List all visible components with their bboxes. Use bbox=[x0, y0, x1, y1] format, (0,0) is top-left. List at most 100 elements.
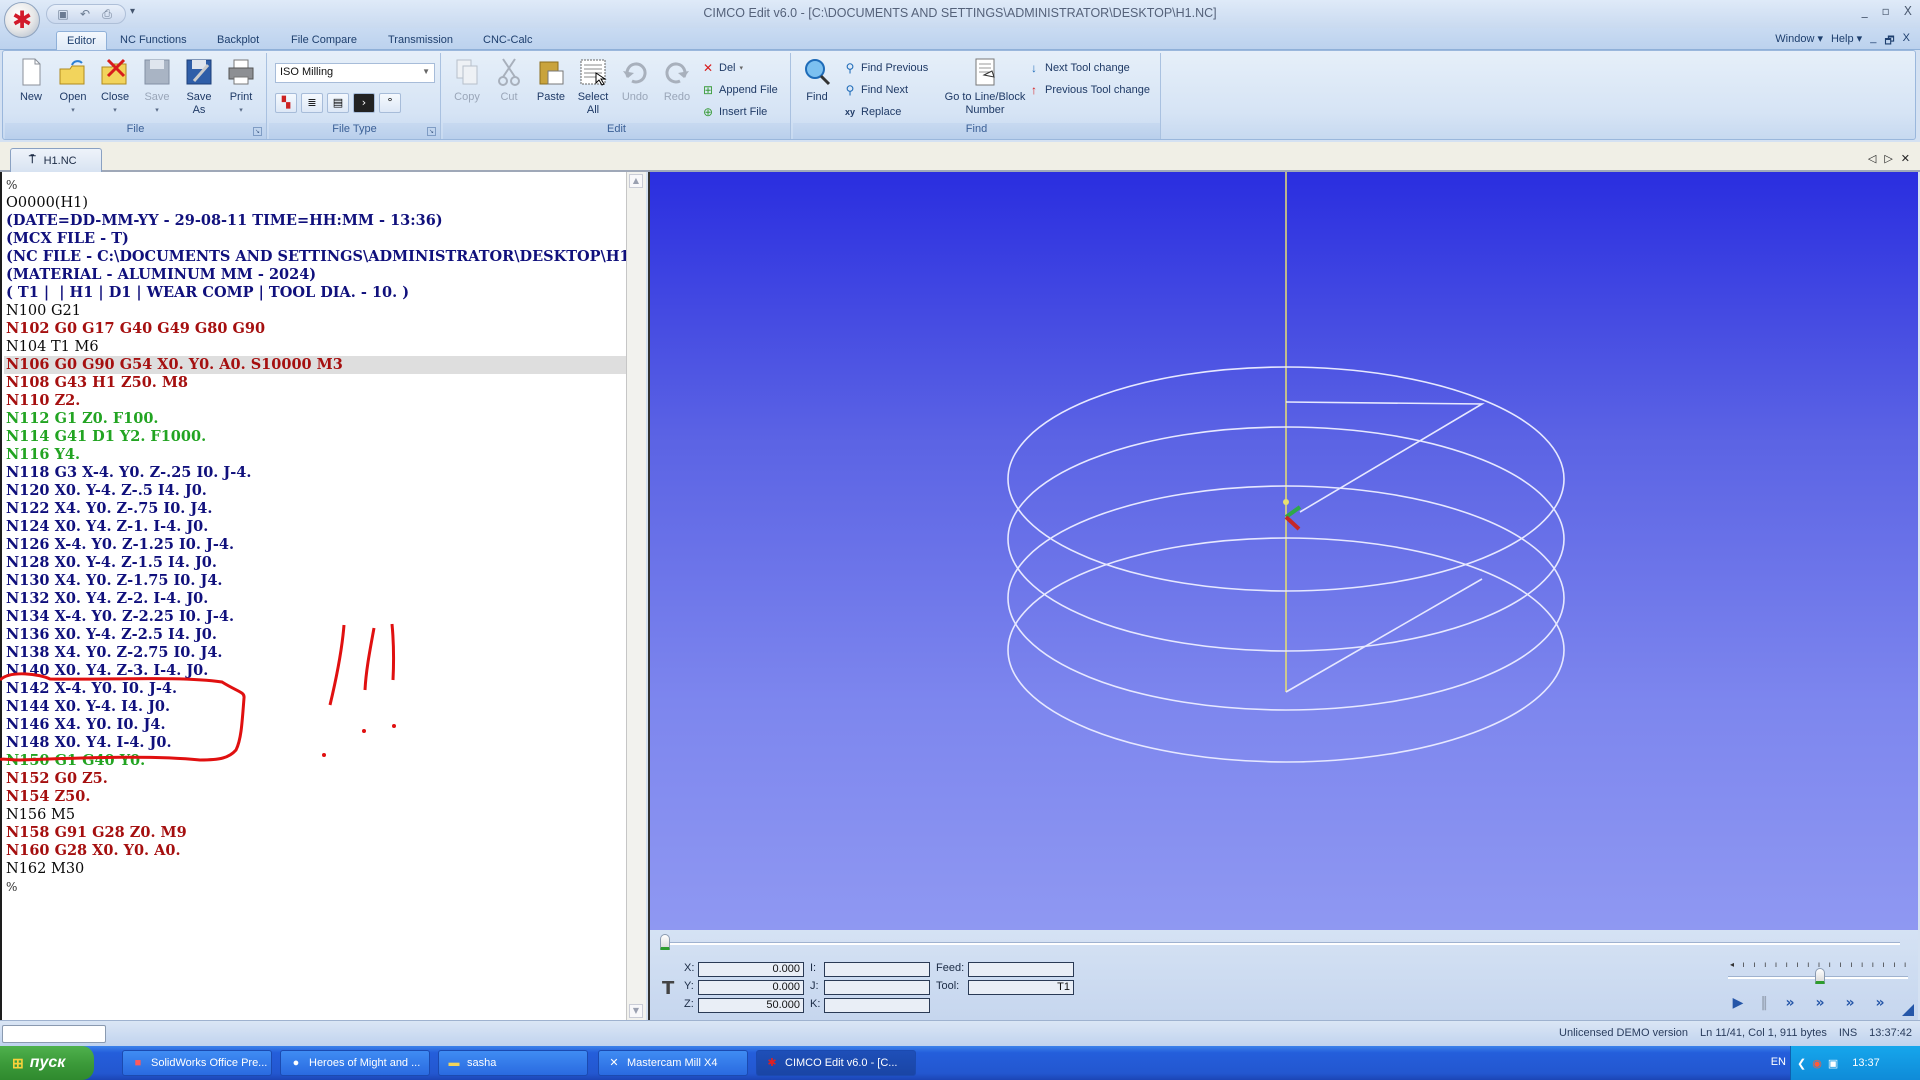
code-line[interactable]: N152 G0 Z5. bbox=[4, 770, 626, 788]
file-type-select[interactable]: ISO Milling ▼ bbox=[275, 63, 435, 83]
find-previous-button[interactable]: ⚲ Find Previous bbox=[843, 59, 929, 77]
code-line[interactable]: (DATE=DD-MM-YY - 29-08-11 TIME=HH:MM - 1… bbox=[4, 212, 626, 230]
code-line[interactable]: N104 T1 M6 bbox=[4, 338, 626, 356]
scroll-down-icon[interactable]: ▼ bbox=[629, 1004, 643, 1018]
code-line[interactable]: N118 G3 X-4. Y0. Z-.25 I0. J-4. bbox=[4, 464, 626, 482]
code-line[interactable]: N124 X0. Y4. Z-1. I-4. J0. bbox=[4, 518, 626, 536]
code-line[interactable]: N128 X0. Y-4. Z-1.5 I4. J0. bbox=[4, 554, 626, 572]
step-to-search-icon[interactable]: » bbox=[1810, 994, 1830, 1012]
replace-button[interactable]: xy Replace bbox=[843, 103, 901, 121]
code-line[interactable]: N110 Z2. bbox=[4, 392, 626, 410]
window-menu[interactable]: Window ▾ bbox=[1775, 32, 1823, 51]
delete-button[interactable]: ✕ Del ▾ bbox=[701, 59, 743, 77]
goto-line-button[interactable]: Go to Line/Block Number bbox=[933, 57, 1037, 117]
code-line[interactable]: (MCX FILE - T) bbox=[4, 230, 626, 248]
file-type-list-button[interactable]: ≣ bbox=[301, 93, 323, 113]
file-type-terminal-button[interactable]: › bbox=[353, 93, 375, 113]
code-line[interactable]: N150 G1 G40 Y0. bbox=[4, 752, 626, 770]
minimize-button[interactable]: _ bbox=[1862, 4, 1868, 18]
file-group-launcher[interactable]: ↘ bbox=[253, 127, 262, 136]
copy-button[interactable]: Copy bbox=[447, 57, 487, 104]
new-button[interactable]: New bbox=[11, 57, 51, 104]
code-line[interactable]: N106 G0 G90 G54 X0. Y0. A0. S10000 M3 bbox=[4, 356, 626, 374]
code-line[interactable]: ( T1 | | H1 | D1 | WEAR COMP | TOOL DIA.… bbox=[4, 284, 626, 302]
show-hidden-icons[interactable]: ❮ bbox=[1797, 1057, 1806, 1070]
code-line[interactable]: N100 G21 bbox=[4, 302, 626, 320]
backplot-3d-view[interactable] bbox=[648, 172, 1918, 930]
play-icon[interactable]: ▶ bbox=[1728, 994, 1748, 1012]
taskbar-item-folder[interactable]: ▬ sasha bbox=[438, 1050, 588, 1076]
code-line[interactable]: N136 X0. Y-4. Z-2.5 I4. J0. bbox=[4, 626, 626, 644]
find-button[interactable]: Find bbox=[797, 57, 837, 104]
undo-button[interactable]: Undo bbox=[615, 57, 655, 104]
code-line[interactable]: N146 X4. Y0. I0. J4. bbox=[4, 716, 626, 734]
editor-scrollbar[interactable]: ▲ ▼ bbox=[626, 172, 646, 1020]
code-line[interactable]: N162 M30 bbox=[4, 860, 626, 878]
code-line[interactable]: N130 X4. Y0. Z-1.75 I0. J4. bbox=[4, 572, 626, 590]
code-line[interactable]: N114 G41 D1 Y2. F1000. bbox=[4, 428, 626, 446]
open-button[interactable]: Open ▾ bbox=[53, 57, 93, 117]
select-all-button[interactable]: Select All bbox=[573, 57, 613, 117]
mdi-minimize-button[interactable]: _ bbox=[1870, 32, 1876, 51]
tab-transmission[interactable]: Transmission bbox=[378, 31, 463, 51]
step-to-tool-icon[interactable]: » bbox=[1870, 994, 1890, 1012]
cut-button[interactable]: Cut bbox=[489, 57, 529, 104]
status-input-field[interactable] bbox=[2, 1025, 106, 1043]
scroll-up-icon[interactable]: ▲ bbox=[629, 174, 643, 188]
taskbar-item-cimco[interactable]: ✱ CIMCO Edit v6.0 - [C... bbox=[756, 1050, 916, 1076]
playback-position-handle[interactable] bbox=[660, 934, 670, 950]
taskbar-item-heroes[interactable]: ● Heroes of Might and ... bbox=[280, 1050, 430, 1076]
code-line[interactable]: N116 Y4. bbox=[4, 446, 626, 464]
code-line[interactable]: O0000(H1) bbox=[4, 194, 626, 212]
print-button[interactable]: Print ▾ bbox=[221, 57, 261, 117]
scroll-tabs-left-icon[interactable]: ◁ bbox=[1868, 152, 1876, 165]
code-line[interactable]: N122 X4. Y0. Z-.75 I0. J4. bbox=[4, 500, 626, 518]
mdi-close-button[interactable]: X bbox=[1903, 32, 1910, 51]
previous-tool-change-button[interactable]: ↑ Previous Tool change bbox=[1027, 81, 1150, 99]
tab-cnc-calc[interactable]: CNC-Calc bbox=[473, 31, 543, 51]
start-button[interactable]: ⊞ пуск bbox=[0, 1046, 94, 1080]
code-line[interactable]: N108 G43 H1 Z50. M8 bbox=[4, 374, 626, 392]
code-line[interactable]: N126 X-4. Y0. Z-1.25 I0. J-4. bbox=[4, 536, 626, 554]
find-next-button[interactable]: ⚲ Find Next bbox=[843, 81, 908, 99]
pause-icon[interactable]: ‖ bbox=[1754, 994, 1774, 1012]
code-line[interactable]: % bbox=[4, 176, 626, 194]
code-line[interactable]: N138 X4. Y0. Z-2.75 I0. J4. bbox=[4, 644, 626, 662]
speed-slider-handle[interactable] bbox=[1815, 968, 1825, 984]
redo-button[interactable]: Redo bbox=[657, 57, 697, 104]
taskbar-item-mastercam[interactable]: ✕ Mastercam Mill X4 bbox=[598, 1050, 748, 1076]
code-line[interactable]: N154 Z50. bbox=[4, 788, 626, 806]
document-tab-h1[interactable]: ⍑ H1.NC bbox=[10, 148, 102, 172]
tab-editor[interactable]: Editor bbox=[56, 31, 107, 51]
file-type-launcher[interactable]: ↘ bbox=[427, 127, 436, 136]
file-type-colors-button[interactable]: ▚ bbox=[275, 93, 297, 113]
close-button[interactable]: X bbox=[1904, 4, 1912, 18]
language-indicator[interactable]: EN bbox=[1771, 1056, 1786, 1068]
tab-file-compare[interactable]: File Compare bbox=[281, 31, 367, 51]
resize-grip[interactable] bbox=[1902, 1004, 1914, 1016]
app-menu-button[interactable]: ✱ bbox=[4, 2, 40, 38]
maximize-button[interactable]: ▫ bbox=[1882, 4, 1890, 18]
code-line[interactable]: (MATERIAL - ALUMINUM MM - 2024) bbox=[4, 266, 626, 284]
step-to-z-icon[interactable]: » bbox=[1840, 994, 1860, 1012]
code-line[interactable]: N144 X0. Y-4. I4. J0. bbox=[4, 698, 626, 716]
close-file-button[interactable]: Close ▾ bbox=[95, 57, 135, 117]
code-line[interactable]: N120 X0. Y-4. Z-.5 I4. J0. bbox=[4, 482, 626, 500]
playback-timeline[interactable] bbox=[670, 942, 1900, 945]
taskbar-item-solidworks[interactable]: ■ SolidWorks Office Pre... bbox=[122, 1050, 272, 1076]
scroll-tabs-right-icon[interactable]: ▷ bbox=[1884, 152, 1892, 165]
code-editor[interactable]: % O0000(H1) (DATE=DD-MM-YY - 29-08-11 TIME… bbox=[0, 172, 626, 1020]
next-tool-change-button[interactable]: ↓ Next Tool change bbox=[1027, 59, 1130, 77]
insert-file-button[interactable]: ⊕ Insert File bbox=[701, 103, 767, 121]
code-line[interactable]: N132 X0. Y4. Z-2. I-4. J0. bbox=[4, 590, 626, 608]
file-type-search-button[interactable]: ° bbox=[379, 93, 401, 113]
code-line[interactable]: % bbox=[4, 878, 626, 896]
code-line[interactable]: N134 X-4. Y0. Z-2.25 I0. J-4. bbox=[4, 608, 626, 626]
code-line[interactable]: N142 X-4. Y0. I0. J-4. bbox=[4, 680, 626, 698]
antivirus-icon[interactable]: ◉ bbox=[1812, 1057, 1822, 1070]
save-as-button[interactable]: Save As bbox=[179, 57, 219, 117]
code-line[interactable]: N148 X0. Y4. I-4. J0. bbox=[4, 734, 626, 752]
step-to-point-icon[interactable]: » bbox=[1780, 994, 1800, 1012]
code-line[interactable]: N140 X0. Y4. Z-3. I-4. J0. bbox=[4, 662, 626, 680]
file-type-config-button[interactable]: ▤ bbox=[327, 93, 349, 113]
